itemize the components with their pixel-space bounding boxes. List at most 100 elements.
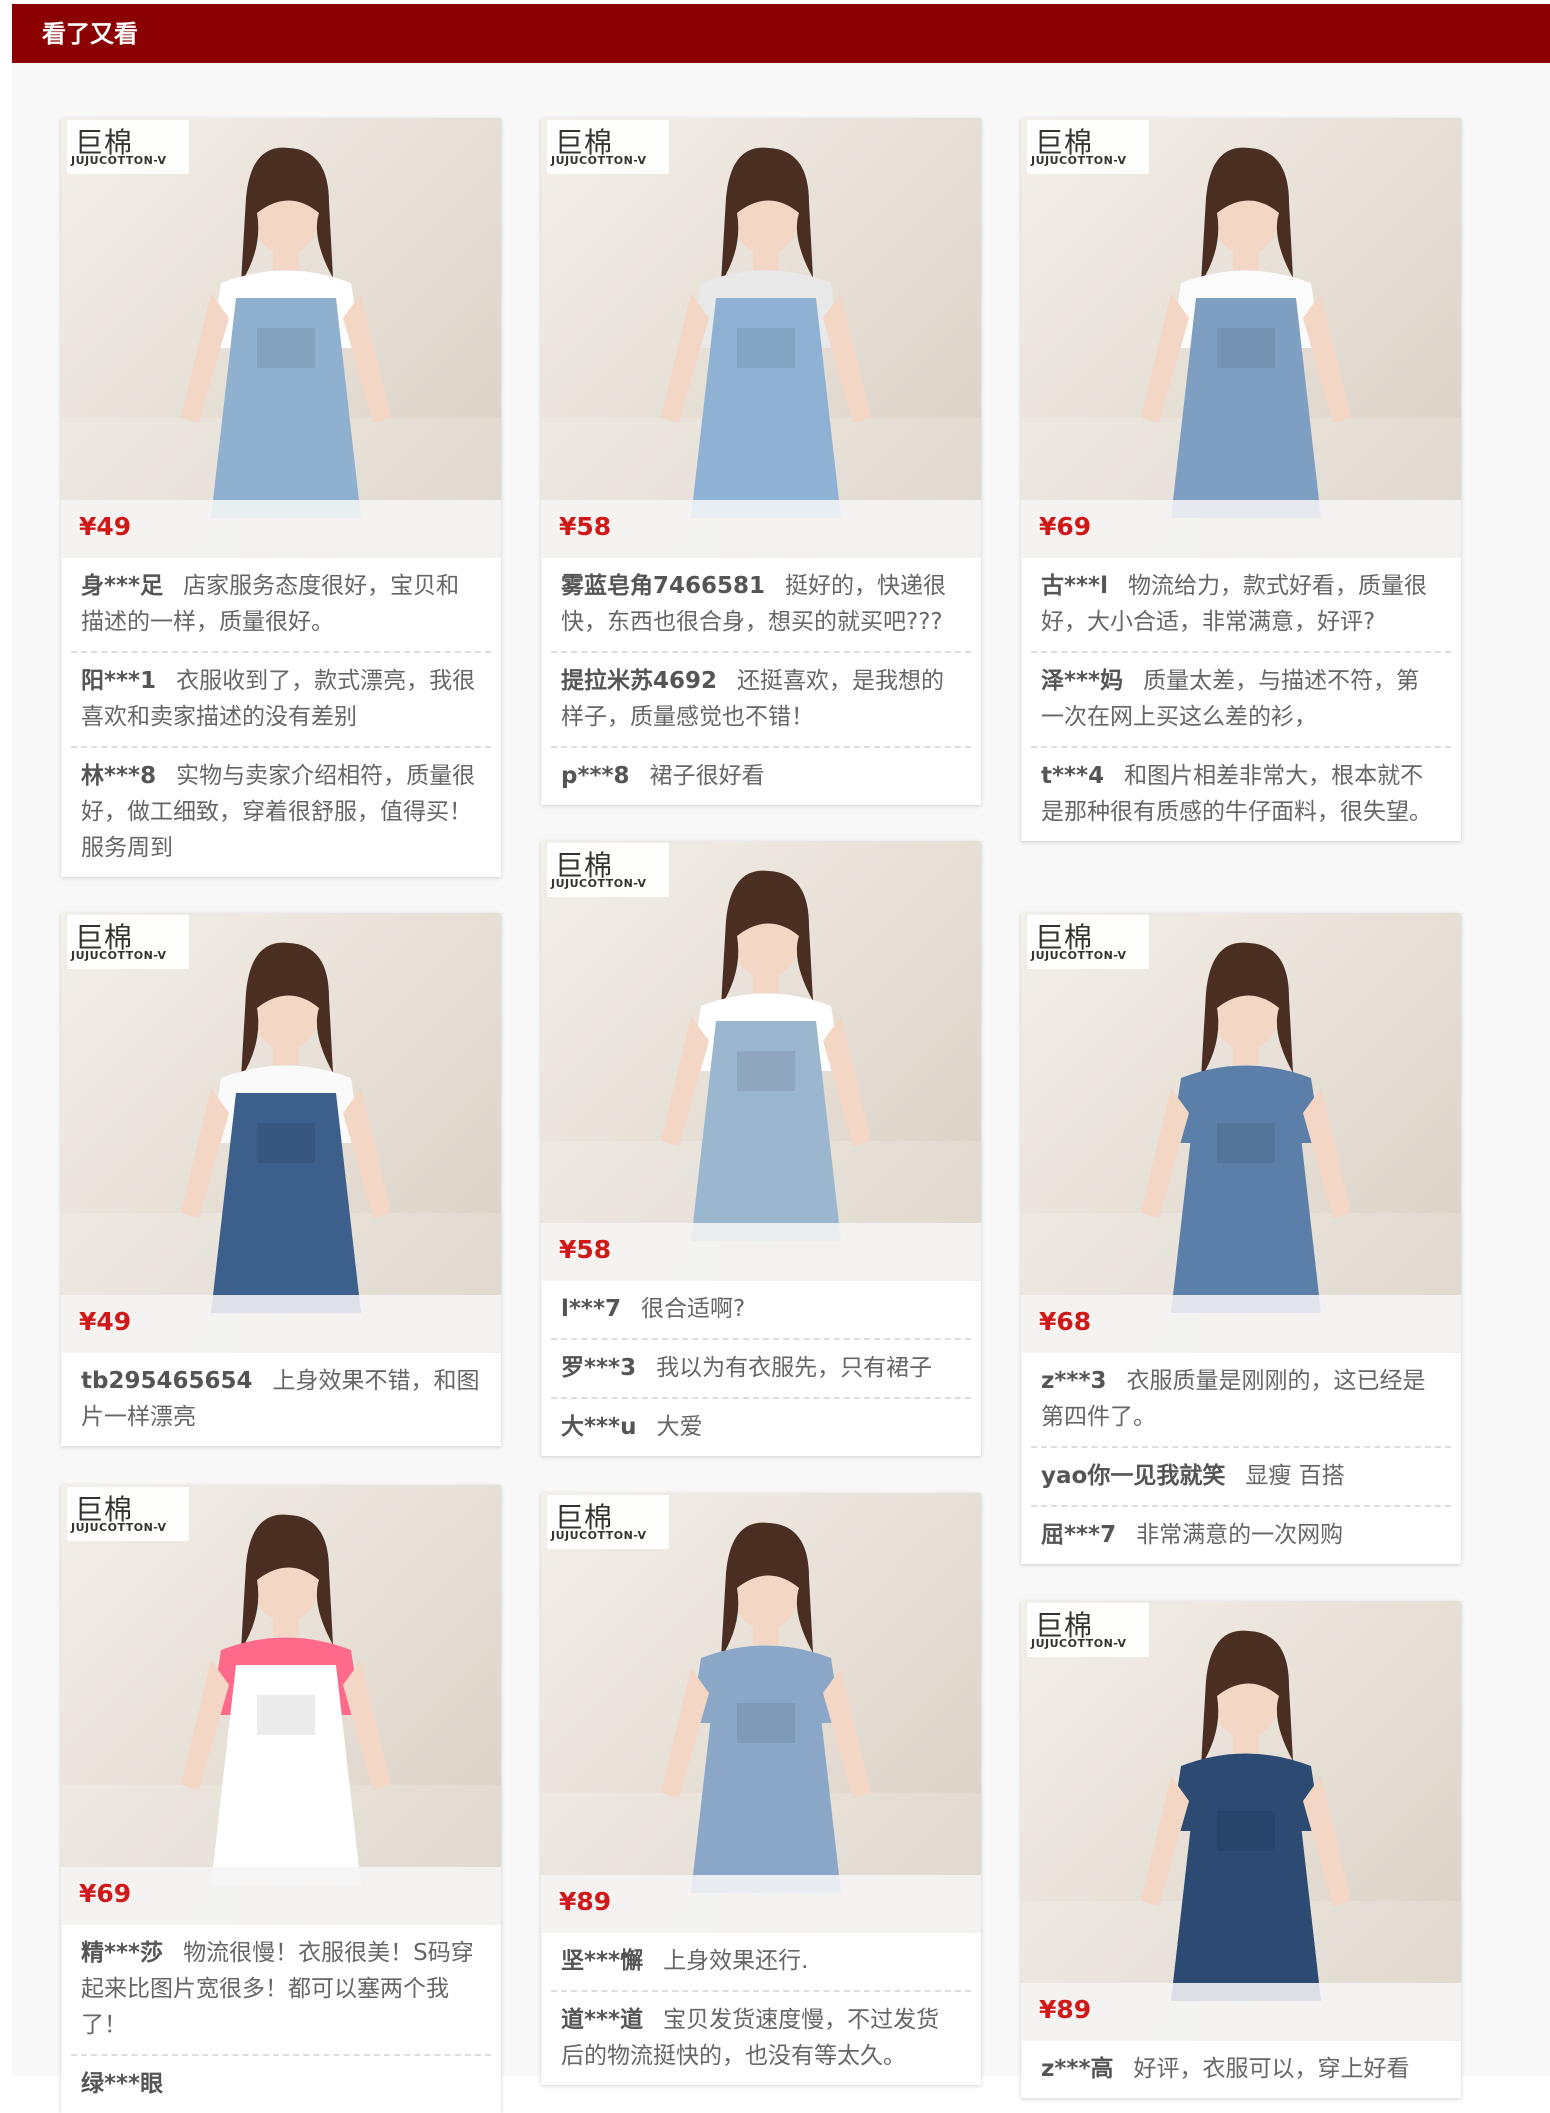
- review-item: 道***道 宝贝发货速度慢，不过发货后的物流挺快的，也没有等太久。: [551, 1992, 971, 2085]
- review-username: 泽***妈: [1041, 668, 1124, 694]
- review-list: tb295465654 上身效果不错，和图片一样漂亮: [61, 1353, 501, 1446]
- brand-logo: 巨棉 JUJUCOTTON-V: [1027, 1603, 1149, 1657]
- review-username: z***高: [1041, 2056, 1114, 2082]
- product-image[interactable]: 巨棉 JUJUCOTTON-V ¥49: [61, 913, 501, 1353]
- product-price: ¥49: [79, 1307, 132, 1336]
- review-item: z***3 衣服质量是刚刚的，这已经是第四件了。: [1031, 1353, 1451, 1448]
- product-card[interactable]: 巨棉 JUJUCOTTON-V ¥58 雾蓝皂角7466581 挺好的，快递很快，…: [541, 118, 981, 805]
- review-username: 古***l: [1041, 573, 1108, 599]
- price-bar: ¥69: [61, 1867, 501, 1925]
- product-image[interactable]: 巨棉 JUJUCOTTON-V ¥89: [1021, 1601, 1461, 2041]
- brand-logo: 巨棉 JUJUCOTTON-V: [1027, 120, 1149, 174]
- review-item: 大***u 大爱: [551, 1399, 971, 1456]
- brand-logo: 巨棉 JUJUCOTTON-V: [67, 915, 189, 969]
- price-bar: ¥69: [1021, 500, 1461, 558]
- white-overall-dress-icon: [61, 1485, 501, 1925]
- brand-logo: 巨棉 JUJUCOTTON-V: [67, 1487, 189, 1541]
- product-price: ¥69: [79, 1879, 132, 1908]
- denim-overall-dress-icon: [541, 841, 981, 1281]
- brand-logo-en: JUJUCOTTON-V: [551, 877, 647, 890]
- review-list: 坚***懈 上身效果还行. 道***道 宝贝发货速度慢，不过发货后的物流挺快的，也没…: [541, 1933, 981, 2085]
- denim-overall-dress-icon: [61, 118, 501, 558]
- brand-logo-en: JUJUCOTTON-V: [1031, 949, 1127, 962]
- product-card[interactable]: 巨棉 JUJUCOTTON-V ¥49 tb295465654 上身效果不错，和图…: [61, 913, 501, 1446]
- review-username: 罗***3: [561, 1355, 637, 1381]
- review-username: 身***足: [81, 573, 164, 599]
- product-image[interactable]: 巨棉 JUJUCOTTON-V ¥58: [541, 841, 981, 1281]
- product-card[interactable]: 巨棉 JUJUCOTTON-V ¥69 古***l 物流给力，款式好看，质量很好，…: [1021, 118, 1461, 841]
- product-image[interactable]: 巨棉 JUJUCOTTON-V ¥68: [1021, 913, 1461, 1353]
- price-bar: ¥89: [541, 1875, 981, 1933]
- review-username: 精***莎: [81, 1940, 164, 1966]
- brand-logo-en: JUJUCOTTON-V: [71, 949, 167, 962]
- review-item: 林***8 实物与卖家介绍相符，质量很好，做工细致，穿着很舒服，值得买！ 服务周到: [71, 748, 491, 877]
- review-item: 泽***妈 质量太差，与描述不符，第一次在网上买这么差的衫，: [1031, 653, 1451, 748]
- review-text: 我以为有衣服先，只有裙子: [656, 1355, 933, 1381]
- review-username: 大***u: [561, 1414, 637, 1440]
- section-header: 看了又看: [12, 4, 1550, 63]
- price-bar: ¥68: [1021, 1295, 1461, 1353]
- review-item: 阳***1 衣服收到了，款式漂亮，我很喜欢和卖家描述的没有差别: [71, 653, 491, 748]
- review-text: 非常满意的一次网购: [1136, 1522, 1344, 1548]
- product-image[interactable]: 巨棉 JUJUCOTTON-V ¥69: [61, 1485, 501, 1925]
- review-item: 身***足 店家服务态度很好，宝贝和描述的一样，质量很好。: [71, 558, 491, 653]
- section-title: 看了又看: [42, 20, 138, 48]
- review-username: 屈***7: [1041, 1522, 1117, 1548]
- review-username: yao你一见我就笑: [1041, 1463, 1226, 1489]
- review-username: 坚***懈: [561, 1948, 644, 1974]
- review-item: z***高 好评，衣服可以，穿上好看: [1031, 2041, 1451, 2098]
- product-price: ¥49: [79, 512, 132, 541]
- review-item: 雾蓝皂角7466581 挺好的，快递很快，东西也很合身，想买的就买吧???: [551, 558, 971, 653]
- review-username: 提拉米苏4692: [561, 668, 718, 694]
- product-card[interactable]: 巨棉 JUJUCOTTON-V ¥69 精***莎 物流很慢！衣服很美！S码穿起来…: [61, 1485, 501, 2113]
- product-price: ¥58: [559, 1235, 612, 1264]
- denim-shirt-dress-icon: [1021, 1601, 1461, 2041]
- product-card[interactable]: 巨棉 JUJUCOTTON-V ¥89 坚***懈 上身效果还行. 道***道 宝贝…: [541, 1493, 981, 2085]
- review-list: z***3 衣服质量是刚刚的，这已经是第四件了。 yao你一见我就笑 显瘦 百搭 屈…: [1021, 1353, 1461, 1564]
- product-price: ¥89: [559, 1887, 612, 1916]
- review-text: 裙子很好看: [649, 763, 765, 789]
- review-username: 雾蓝皂角7466581: [561, 573, 766, 599]
- brand-logo: 巨棉 JUJUCOTTON-V: [547, 843, 669, 897]
- price-bar: ¥58: [541, 1223, 981, 1281]
- review-item: 提拉米苏4692 还挺喜欢，是我想的样子，质量感觉也不错！: [551, 653, 971, 748]
- product-image[interactable]: 巨棉 JUJUCOTTON-V ¥89: [541, 1493, 981, 1933]
- brand-logo-en: JUJUCOTTON-V: [551, 1529, 647, 1542]
- review-text: 好评，衣服可以，穿上好看: [1133, 2056, 1410, 2082]
- review-username: t***4: [1041, 763, 1105, 789]
- price-bar: ¥58: [541, 500, 981, 558]
- denim-aline-dress-icon: [541, 1493, 981, 1933]
- product-card[interactable]: 巨棉 JUJUCOTTON-V ¥49 身***足 店家服务态度很好，宝贝和描述的…: [61, 118, 501, 877]
- product-image[interactable]: 巨棉 JUJUCOTTON-V ¥49: [61, 118, 501, 558]
- brand-logo: 巨棉 JUJUCOTTON-V: [547, 1495, 669, 1549]
- brand-logo: 巨棉 JUJUCOTTON-V: [67, 120, 189, 174]
- review-username: l***7: [561, 1296, 621, 1322]
- product-image[interactable]: 巨棉 JUJUCOTTON-V ¥58: [541, 118, 981, 558]
- product-price: ¥89: [1039, 1995, 1092, 2024]
- brand-logo: 巨棉 JUJUCOTTON-V: [1027, 915, 1149, 969]
- review-item: 罗***3 我以为有衣服先，只有裙子: [551, 1340, 971, 1399]
- review-text: 很合适啊?: [640, 1296, 746, 1322]
- tshirt-shorts-icon: [61, 913, 501, 1353]
- price-bar: ¥89: [1021, 1983, 1461, 2041]
- price-bar: ¥49: [61, 1295, 501, 1353]
- review-item: l***7 很合适啊?: [551, 1281, 971, 1340]
- brand-logo-en: JUJUCOTTON-V: [71, 1521, 167, 1534]
- brand-logo-en: JUJUCOTTON-V: [551, 154, 647, 167]
- review-list: 精***莎 物流很慢！衣服很美！S码穿起来比图片宽很多！都可以塞两个我了！ 绿**…: [61, 1925, 501, 2113]
- review-text: 显瘦 百搭: [1245, 1463, 1345, 1489]
- review-list: z***高 好评，衣服可以，穿上好看: [1021, 2041, 1461, 2098]
- review-item: 屈***7 非常满意的一次网购: [1031, 1507, 1451, 1564]
- product-card[interactable]: 巨棉 JUJUCOTTON-V ¥89 z***高 好评，衣服可以，穿上好看: [1021, 1601, 1461, 2098]
- product-card[interactable]: 巨棉 JUJUCOTTON-V ¥58 l***7 很合适啊? 罗***3 我以为有…: [541, 841, 981, 1456]
- review-item: tb295465654 上身效果不错，和图片一样漂亮: [71, 1353, 491, 1446]
- review-item: p***8 裙子很好看: [551, 748, 971, 805]
- review-username: p***8: [561, 763, 630, 789]
- product-price: ¥58: [559, 512, 612, 541]
- review-list: 古***l 物流给力，款式好看，质量很好，大小合适，非常满意，好评? 泽***妈质…: [1021, 558, 1461, 841]
- product-image[interactable]: 巨棉 JUJUCOTTON-V ¥69: [1021, 118, 1461, 558]
- review-item: 精***莎 物流很慢！衣服很美！S码穿起来比图片宽很多！都可以塞两个我了！: [71, 1925, 491, 2056]
- denim-overall-dress-icon: [1021, 118, 1461, 558]
- review-username: 绿***眼: [81, 2071, 164, 2097]
- product-card[interactable]: 巨棉 JUJUCOTTON-V ¥68 z***3 衣服质量是刚刚的，这已经是第四…: [1021, 913, 1461, 1564]
